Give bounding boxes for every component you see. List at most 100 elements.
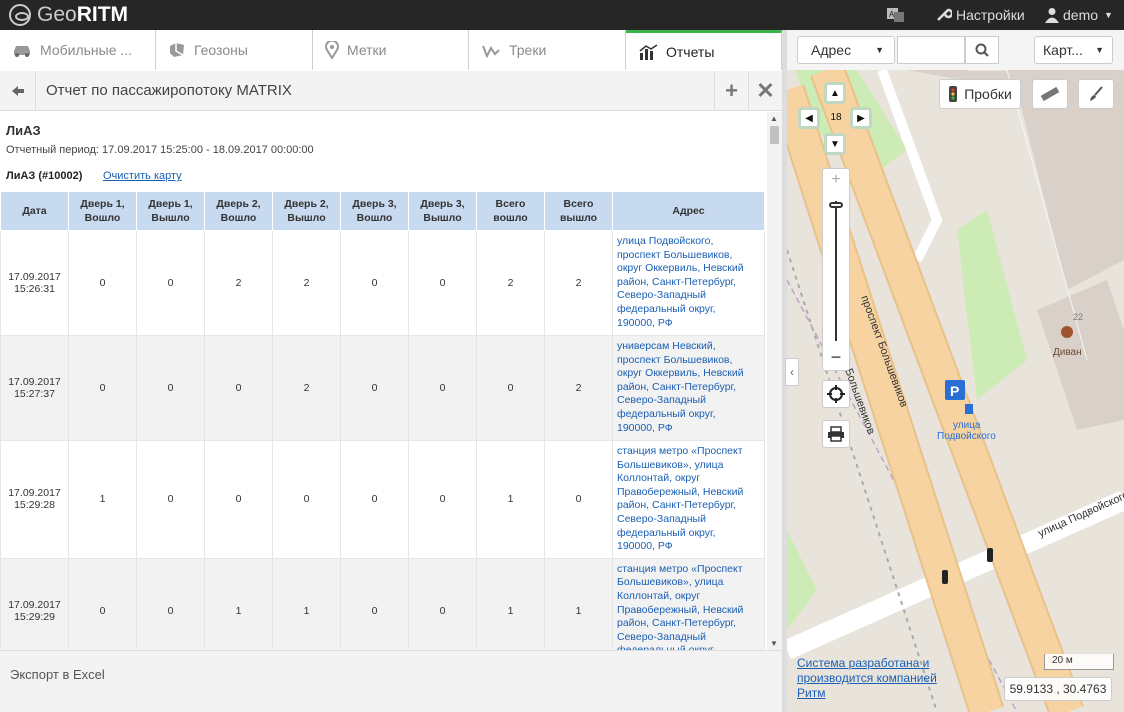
address-link[interactable]: Северо-Западный: [617, 289, 706, 301]
tab-markers[interactable]: Метки: [313, 30, 469, 70]
cafe-icon: [1061, 326, 1073, 338]
chart-icon: [639, 43, 658, 60]
map-coordinates: 59.9133 , 30.4763: [1004, 677, 1112, 701]
arrow-left-icon: [11, 85, 24, 96]
map-type-select[interactable]: Карт... ▼: [1034, 36, 1113, 64]
report-title: Отчет по пассажиропотоку MATRIX: [46, 82, 292, 99]
clear-brush-button[interactable]: [1078, 79, 1114, 109]
address-link[interactable]: федеральный округ,: [617, 303, 716, 315]
scroll-down-icon[interactable]: ▼: [770, 639, 778, 648]
scroll-thumb[interactable]: [770, 126, 779, 144]
address-link[interactable]: Коллонтай, округ: [617, 472, 700, 484]
value-cell: 2: [204, 230, 273, 336]
value-cell: 0: [204, 440, 273, 559]
address-link[interactable]: Большевиков», улица: [617, 576, 723, 588]
address-search-input[interactable]: [897, 36, 965, 64]
arrow-left-icon: ◀: [805, 112, 813, 124]
zoom-in-button[interactable]: +: [823, 171, 849, 189]
vehicle-id: ЛиАЗ (#10002): [6, 170, 83, 182]
tab-tracks[interactable]: Треки: [469, 30, 626, 70]
user-menu[interactable]: demo ▼: [1045, 0, 1113, 30]
address-link[interactable]: 190000, РФ: [617, 317, 673, 329]
traffic-button[interactable]: Пробки: [939, 79, 1021, 109]
address-link[interactable]: район, Санкт-Петербург,: [617, 381, 736, 393]
wrench-icon: [937, 8, 952, 21]
address-link[interactable]: Северо-Западный: [617, 394, 706, 406]
close-icon: ✕: [756, 77, 775, 103]
value-cell: 0: [340, 230, 409, 336]
map-scale: 20 м: [1044, 654, 1114, 670]
translate-icon: A: [887, 8, 904, 22]
arrow-down-icon: ▼: [830, 138, 840, 150]
pan-down-button[interactable]: ▼: [824, 133, 846, 155]
search-button[interactable]: [965, 36, 999, 64]
svg-text:A: A: [889, 10, 895, 19]
zoom-out-button[interactable]: −: [823, 347, 849, 368]
value-cell: 0: [68, 335, 137, 441]
address-link[interactable]: район, Санкт-Петербург,: [617, 499, 736, 511]
value-cell: 2: [272, 230, 341, 336]
date-cell: 17.09.2017 15:27:37: [0, 335, 69, 441]
address-link[interactable]: округ Оккервиль, Невский: [617, 367, 744, 379]
close-button[interactable]: ✕: [748, 70, 782, 111]
add-button[interactable]: +: [714, 70, 748, 111]
address-link[interactable]: Правобережный, Невский: [617, 486, 743, 498]
svg-text:P: P: [950, 383, 959, 399]
address-link[interactable]: федеральный округ,: [617, 527, 716, 539]
address-link[interactable]: станция метро «Проспект: [617, 445, 743, 457]
tab-geozones[interactable]: Геозоны: [156, 30, 313, 70]
address-link[interactable]: проспект Большевиков,: [617, 354, 732, 366]
report-scrollbar[interactable]: ▲ ▼: [767, 112, 782, 650]
pan-up-button[interactable]: ▲: [824, 82, 846, 104]
address-link[interactable]: 190000, РФ: [617, 540, 673, 552]
logo-icon: [9, 4, 31, 26]
address-link[interactable]: округ Оккервиль, Невский: [617, 262, 744, 274]
address-link[interactable]: универсам Невский,: [617, 340, 716, 352]
zoom-track[interactable]: [835, 201, 837, 341]
locate-button[interactable]: [822, 380, 850, 408]
pan-right-button[interactable]: ▶: [850, 107, 872, 129]
print-button[interactable]: [822, 420, 850, 448]
address-link[interactable]: Северо-Западный: [617, 513, 706, 525]
address-link[interactable]: Большевиков», улица: [617, 459, 723, 471]
table-row[interactable]: 17.09.2017 15:29:28 1 0 0 0 0 0 1 0 станция метро …: [0, 440, 765, 559]
column-header: Дверь 1, Вышло: [136, 191, 205, 231]
zoom-slider[interactable]: + −: [822, 168, 850, 371]
address-link[interactable]: Северо-Западный: [617, 631, 706, 643]
tab-reports[interactable]: Отчеты: [626, 30, 782, 70]
address-link[interactable]: Коллонтай, округ: [617, 590, 700, 602]
table-row[interactable]: 17.09.2017 15:29:29 0 0 1 1 0 0 1 1 станция метро …: [0, 557, 765, 650]
zoom-knob[interactable]: [829, 202, 843, 208]
address-link[interactable]: район, Санкт-Петербург,: [617, 617, 736, 629]
date-cell: 17.09.2017 15:29:29: [0, 557, 69, 650]
track-icon: [482, 45, 500, 58]
value-cell: 0: [136, 557, 205, 650]
address-link[interactable]: станция метро «Проспект: [617, 563, 743, 575]
value-cell: 0: [68, 557, 137, 650]
clear-map-link[interactable]: Очистить карту: [103, 170, 182, 182]
tab-mobile[interactable]: Мобильные ...: [0, 30, 156, 70]
settings-button[interactable]: Настройки: [936, 0, 1025, 30]
table-row[interactable]: 17.09.2017 15:26:31 0 0 2 2 0 0 2 2 улица Подвойск…: [0, 230, 765, 336]
collapse-panel-button[interactable]: ‹: [785, 358, 799, 386]
address-link[interactable]: 190000, РФ: [617, 422, 673, 434]
address-link[interactable]: проспект Большевиков,: [617, 249, 732, 261]
language-button[interactable]: A: [886, 0, 910, 30]
ruler-button[interactable]: [1032, 79, 1068, 109]
traffic-light-icon: [949, 86, 958, 102]
address-link[interactable]: район, Санкт-Петербург,: [617, 276, 736, 288]
address-link[interactable]: Правобережный, Невский: [617, 604, 743, 616]
arrow-right-icon: ▶: [857, 112, 865, 124]
address-link[interactable]: улица Подвойского,: [617, 235, 713, 247]
export-excel-button[interactable]: Экспорт в Excel: [10, 667, 105, 682]
address-link[interactable]: федеральный округ,: [617, 408, 716, 420]
chevron-down-icon: ▼: [875, 45, 884, 55]
table-row[interactable]: 17.09.2017 15:27:37 0 0 0 2 0 0 0 2 универсам Невс…: [0, 335, 765, 441]
copyright-link[interactable]: Система разработана и производится компа…: [797, 656, 947, 701]
search-type-select[interactable]: Адрес ▼: [797, 36, 895, 64]
logo[interactable]: Geo RITM: [9, 3, 128, 27]
scroll-up-icon[interactable]: ▲: [770, 114, 778, 123]
pan-left-button[interactable]: ◀: [798, 107, 820, 129]
back-button[interactable]: [0, 70, 36, 111]
value-cell: 0: [544, 440, 613, 559]
